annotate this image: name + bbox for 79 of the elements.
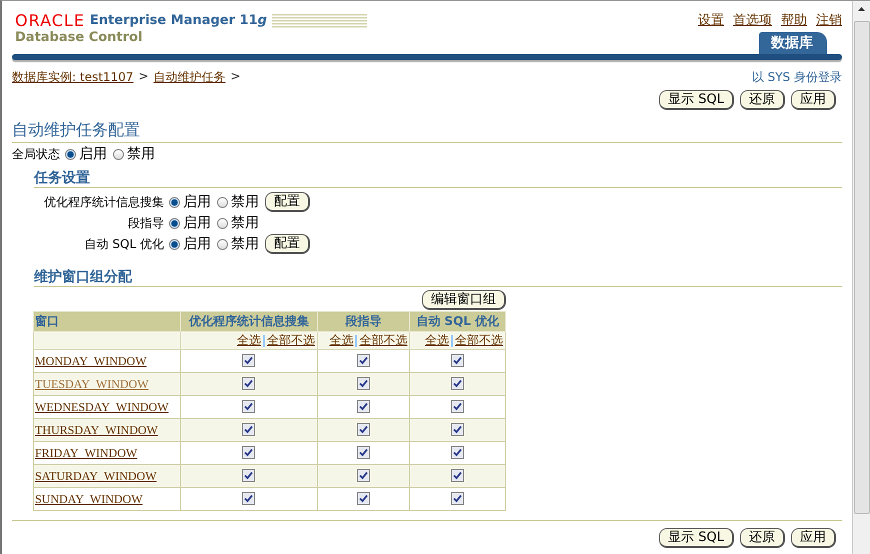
radio-label: 启用 <box>183 214 211 232</box>
checkbox[interactable] <box>451 469 464 482</box>
checkbox[interactable] <box>451 446 464 460</box>
checkbox[interactable] <box>357 446 370 460</box>
radio-label: 禁用 <box>231 193 259 211</box>
page-title: 自动维护任务配置 <box>12 120 842 143</box>
checkbox[interactable] <box>451 492 464 506</box>
stripes-icon <box>272 14 367 28</box>
section-title: 维护窗口组分配 <box>34 268 842 287</box>
section-title: 任务设置 <box>34 169 842 188</box>
breadcrumb-separator: > <box>138 69 149 85</box>
field-label: 全局状态 <box>12 146 60 162</box>
field-label: 自动 SQL 优化 <box>84 236 164 252</box>
global-link[interactable]: 注销 <box>816 11 842 29</box>
checkbox[interactable] <box>357 469 370 482</box>
breadcrumb-link[interactable]: 自动维护任务 <box>154 69 226 86</box>
radio-label: 启用 <box>183 193 211 211</box>
select-all-link[interactable]: 全选 <box>329 333 354 347</box>
field-label: 优化程序统计信息搜集 <box>43 194 164 210</box>
checkbox[interactable] <box>242 446 256 460</box>
deselect-all-link[interactable]: 全部不选 <box>359 333 408 347</box>
radio-label: 启用 <box>183 235 211 253</box>
deselect-all-link[interactable]: 全部不选 <box>266 333 315 347</box>
select-all-link[interactable]: 全选 <box>425 333 449 347</box>
radio-label: 启用 <box>79 145 107 163</box>
radio-label: 禁用 <box>231 214 259 232</box>
column-header: 窗口 <box>34 312 180 332</box>
checkbox[interactable] <box>451 377 464 390</box>
deselect-all-link[interactable]: 全部不选 <box>455 333 503 347</box>
column-header: 自动 SQL 优化 <box>410 312 506 332</box>
radio-button[interactable] <box>169 238 180 250</box>
edit-window-group-button[interactable]: 编辑窗口组 <box>422 290 506 310</box>
global-link[interactable]: 设置 <box>698 11 724 29</box>
up-arrow-icon[interactable] <box>858 7 865 11</box>
checkbox[interactable] <box>451 354 464 368</box>
radio-button[interactable] <box>113 148 124 160</box>
global-link[interactable]: 帮助 <box>781 11 807 29</box>
action-button[interactable]: 显示 SQL <box>659 528 734 548</box>
column-header: 段指导 <box>317 312 410 332</box>
field-label: 段指导 <box>127 214 164 232</box>
radio-button[interactable] <box>217 238 228 250</box>
checkbox[interactable] <box>242 469 256 482</box>
action-button[interactable]: 应用 <box>791 528 836 548</box>
radio-button[interactable] <box>65 148 76 160</box>
radio-button[interactable] <box>217 218 228 228</box>
product-name: Enterprise Manager 11g <box>90 13 267 28</box>
radio-button[interactable] <box>169 196 180 208</box>
login-info: 以 SYS 身份登录 <box>752 69 842 86</box>
scrollbar[interactable] <box>852 1 870 554</box>
action-button[interactable]: 应用 <box>791 90 836 110</box>
breadcrumb-link[interactable]: 数据库实例: test1107 <box>12 69 134 86</box>
action-button[interactable]: 显示 SQL <box>659 90 734 110</box>
global-link[interactable]: 首选项 <box>733 11 772 29</box>
checkbox[interactable] <box>242 400 256 414</box>
checkbox[interactable] <box>242 377 256 390</box>
checkbox[interactable] <box>242 492 256 506</box>
logo: ORACLE <box>15 11 85 30</box>
checkbox[interactable] <box>357 492 370 506</box>
radio-button[interactable] <box>217 196 228 208</box>
product-subtitle: Database Control <box>15 30 144 45</box>
checkbox[interactable] <box>357 377 370 390</box>
checkbox[interactable] <box>451 400 464 414</box>
checkbox[interactable] <box>357 400 370 414</box>
checkbox[interactable] <box>242 354 256 368</box>
checkbox[interactable] <box>242 423 256 436</box>
checkbox[interactable] <box>357 354 370 368</box>
radio-label: 禁用 <box>127 145 155 163</box>
checkbox[interactable] <box>451 423 464 436</box>
radio-button[interactable] <box>169 218 180 228</box>
action-button[interactable]: 还原 <box>740 528 785 548</box>
tab[interactable]: 数据库 <box>759 32 827 54</box>
checkbox[interactable] <box>357 423 370 436</box>
action-button[interactable]: 还原 <box>740 90 785 110</box>
configure-button[interactable]: 配置 <box>265 234 310 254</box>
select-all-link[interactable]: 全选 <box>236 333 261 347</box>
breadcrumb-separator: > <box>230 69 241 85</box>
column-header: 优化程序统计信息搜集 <box>180 312 318 332</box>
configure-button[interactable]: 配置 <box>265 192 310 212</box>
radio-label: 禁用 <box>231 235 259 253</box>
